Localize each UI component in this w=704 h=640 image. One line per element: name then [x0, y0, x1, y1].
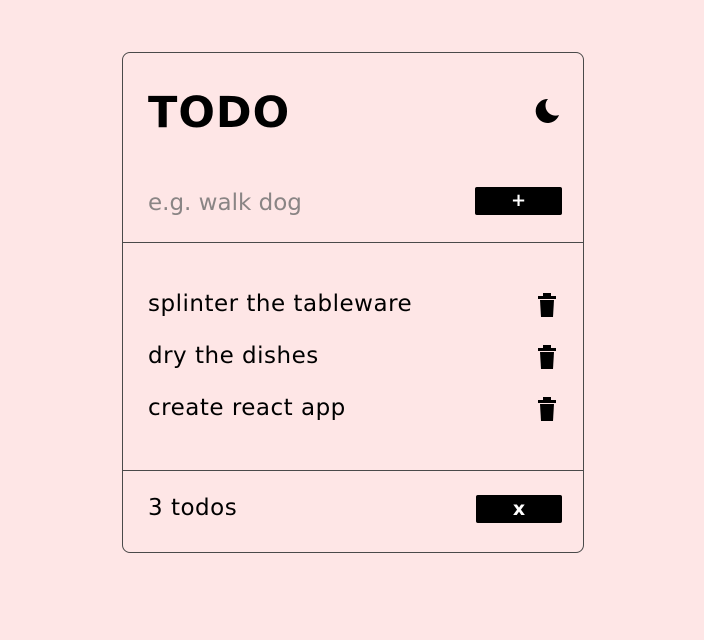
todo-item: dry the dishes: [123, 331, 583, 383]
clear-todos-button[interactable]: x: [476, 495, 562, 523]
moon-icon[interactable]: [531, 95, 563, 127]
page-title: TODO: [148, 88, 291, 138]
trash-icon[interactable]: [537, 397, 557, 421]
divider: [123, 470, 583, 471]
todo-text: splinter the tableware: [148, 291, 413, 317]
trash-icon[interactable]: [537, 293, 557, 317]
trash-icon[interactable]: [537, 345, 557, 369]
todo-item: splinter the tableware: [123, 279, 583, 331]
todo-item: create react app: [123, 383, 583, 435]
divider: [123, 242, 583, 243]
todo-text: dry the dishes: [148, 343, 319, 369]
add-todo-button[interactable]: +: [475, 187, 562, 215]
todo-card: TODO + splinter the tableware dry the di…: [122, 52, 584, 553]
new-todo-input[interactable]: [148, 187, 448, 219]
todo-count: 3 todos: [148, 495, 238, 521]
todo-list: splinter the tableware dry the dishes cr…: [123, 279, 583, 435]
todo-text: create react app: [148, 395, 346, 421]
